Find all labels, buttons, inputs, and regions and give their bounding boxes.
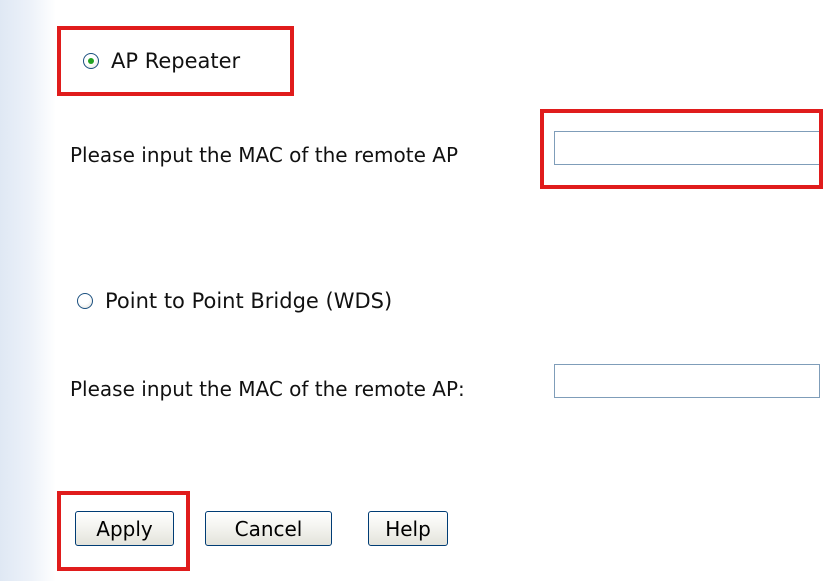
wds-mac-label: Please input the MAC of the remote AP: [70,377,465,401]
cancel-button[interactable]: Cancel [205,511,332,546]
ap-repeater-mac-label: Please input the MAC of the remote AP [70,143,459,167]
wds-bridge-radio[interactable] [77,293,93,309]
wds-bridge-label: Point to Point Bridge (WDS) [105,289,393,313]
wds-bridge-option[interactable]: Point to Point Bridge (WDS) [77,289,392,313]
wds-mac-input[interactable] [554,364,820,398]
ap-repeater-mac-input[interactable] [554,131,823,165]
apply-button[interactable]: Apply [75,511,174,546]
ap-repeater-option[interactable]: AP Repeater [83,49,240,73]
ap-repeater-label: AP Repeater [111,49,241,73]
help-button[interactable]: Help [368,511,448,546]
left-panel-gradient [0,0,56,581]
ap-repeater-radio[interactable] [83,53,99,69]
